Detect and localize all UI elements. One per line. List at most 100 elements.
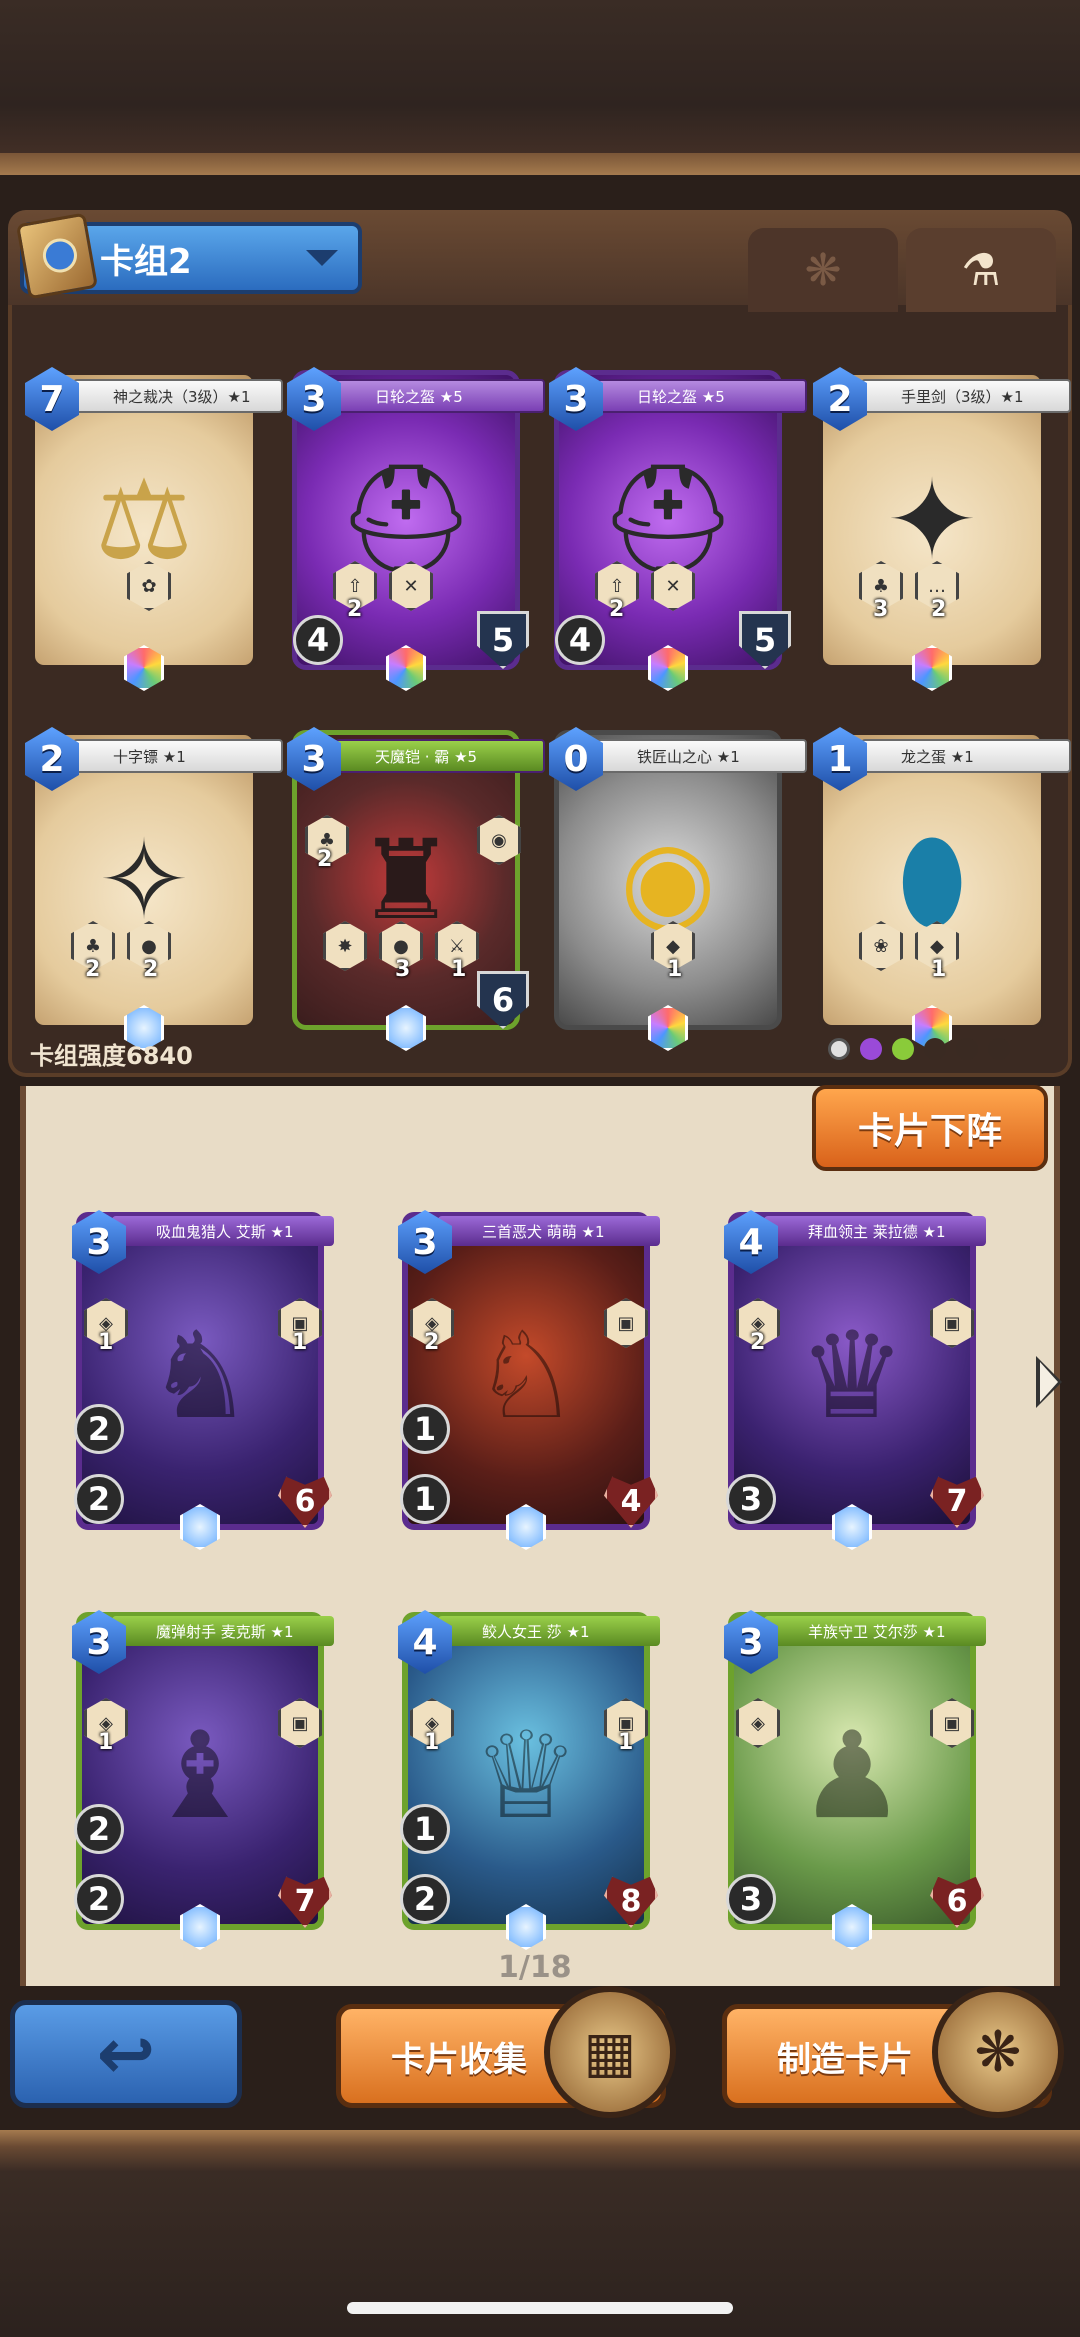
earth-element-icon[interactable] — [988, 1038, 1010, 1060]
card-cost: 7 — [25, 367, 79, 431]
chevron-down-icon[interactable] — [306, 250, 338, 266]
skill-value: 2 — [609, 597, 625, 622]
fruit-icon: ❀ — [859, 921, 903, 971]
potion-icon: ⚗ — [961, 244, 1001, 296]
card-dice-stat: 4 — [555, 615, 605, 665]
card-defense: 1 — [400, 1474, 450, 1524]
deck-card[interactable]: 天魔铠 · 霸 ★5 3 ♜ ♣ 2 ◉ ✸ ● 3 ⚔ 1 6 — [287, 727, 545, 1051]
card-cost: 3 — [287, 727, 341, 791]
three-headed-dog-art: ♘ — [472, 1307, 580, 1447]
neutral-element-icon[interactable] — [828, 1038, 850, 1060]
skill-icon: ▣ — [604, 1298, 648, 1348]
card-name: 神之裁决（3级）★1 — [73, 379, 283, 413]
fire-element-icon[interactable] — [956, 1038, 978, 1060]
armor-icon: ♜ — [356, 816, 456, 944]
skill-value: 1 — [98, 1730, 114, 1755]
card-name: 鲛人女王 莎 ★1 — [438, 1616, 660, 1646]
card-pack-icon: ▦ — [544, 1986, 676, 2118]
card-name: 日轮之盔 ★5 — [335, 379, 545, 413]
skill-value: 1 — [292, 1330, 308, 1355]
collection-card[interactable]: 拜血领主 莱拉德 ★1 4 ♛ ◈ 2 ▣ 3 7 — [724, 1210, 986, 1550]
skill-value: 2 — [931, 597, 947, 622]
skill-value: 2 — [347, 597, 363, 622]
eye-icon: ◉ — [477, 815, 521, 865]
unload-card-button[interactable]: 卡片下阵 — [812, 1085, 1048, 1171]
skill-value: 2 — [750, 1330, 766, 1355]
egg-icon: ⬮ — [897, 816, 967, 944]
tab-potions[interactable]: ⚗ — [906, 228, 1056, 312]
skill-value: 3 — [873, 597, 889, 622]
card-name: 日轮之盔 ★5 — [597, 379, 807, 413]
back-button[interactable]: ↩ — [10, 2000, 242, 2108]
card-defense: 2 — [400, 1874, 450, 1924]
skill-value: 1 — [667, 957, 683, 982]
deck-card[interactable]: 十字镖 ★1 2 ✧ ♣ 2 ● 2 — [25, 727, 283, 1051]
card-name: 羊族守卫 艾尔莎 ★1 — [764, 1616, 986, 1646]
skill-value: 2 — [85, 957, 101, 982]
tab-pets[interactable]: ❋ — [748, 228, 898, 312]
card-name: 龙之蛋 ★1 — [861, 739, 1071, 773]
skill-icon: ▣ — [930, 1698, 974, 1748]
helmet-icon: ⛑ — [598, 456, 738, 584]
skill-icon: ▣ — [930, 1298, 974, 1348]
element-filter — [828, 1038, 1010, 1060]
card-name: 天魔铠 · 霸 ★5 — [335, 739, 545, 773]
card-name: 吸血鬼猎人 艾斯 ★1 — [112, 1216, 334, 1246]
goat-guardian-art: ♟ — [798, 1707, 906, 1847]
card-defense: 2 — [74, 1474, 124, 1524]
vampire-hunter-art: ♞ — [146, 1307, 254, 1447]
deck-card[interactable]: 神之裁决（3级）★1 7 ⚖ ✿ — [25, 367, 283, 691]
deck-book-icon — [15, 212, 99, 300]
card-name: 魔弹射手 麦克斯 ★1 — [112, 1616, 334, 1646]
page-indicator: 1/18 — [498, 1950, 572, 1985]
card-name: 铁匠山之心 ★1 — [597, 739, 807, 773]
back-arrow-icon: ↩ — [96, 2013, 156, 2095]
skill-icon: ▣ — [278, 1698, 322, 1748]
collection-card[interactable]: 羊族守卫 艾尔莎 ★1 3 ♟ ◈ ▣ 3 6 — [724, 1610, 986, 1950]
card-defense: 2 — [74, 1874, 124, 1924]
deck-card[interactable]: 日轮之盔 ★5 3 ⛑ ⇧ 2 ✕ 4 5 — [549, 367, 807, 691]
deck-card[interactable]: 手里剑（3级）★1 2 ✦ ♣ 3 … 2 — [813, 367, 1071, 691]
collection-card[interactable]: 吸血鬼猎人 艾斯 ★1 3 ♞ ◈ 1 ▣ 1 2 2 6 — [72, 1210, 334, 1550]
next-page-arrow[interactable] — [1036, 1356, 1062, 1408]
card-attack: 1 — [400, 1404, 450, 1454]
card-attack: 2 — [74, 1404, 124, 1454]
card-cost: 1 — [813, 727, 867, 791]
blood-lord-art: ♛ — [798, 1307, 906, 1447]
deck-card[interactable]: 龙之蛋 ★1 1 ⬮ ❀ ◆ 1 — [813, 727, 1071, 1051]
card-attack: 2 — [74, 1804, 124, 1854]
card-dice-stat: 4 — [293, 615, 343, 665]
top-wood-frame — [0, 0, 1080, 175]
card-name: 手里剑（3级）★1 — [861, 379, 1071, 413]
beast-element-icon[interactable] — [924, 1038, 946, 1060]
home-indicator[interactable] — [347, 2302, 733, 2314]
deck-strength: 卡组强度6840 — [30, 1042, 193, 1070]
card-collection-label: 卡片收集 — [391, 2039, 527, 2080]
skill-value: 3 — [395, 957, 411, 982]
card-cost: 2 — [813, 367, 867, 431]
gunslinger-art: ♝ — [146, 1707, 254, 1847]
skill-value: 1 — [618, 1730, 634, 1755]
deck-card[interactable]: 日轮之盔 ★5 3 ⛑ ⇧ 2 ✕ 4 5 — [287, 367, 545, 691]
deck-card[interactable]: 铁匠山之心 ★1 0 ◉ ◆ 1 — [549, 727, 807, 1051]
collection-card[interactable]: 魔弹射手 麦克斯 ★1 3 ♝ ◈ 1 ▣ 2 2 7 — [72, 1610, 334, 1950]
collection-card[interactable]: 三首恶犬 萌萌 ★1 3 ♘ ◈ 2 ▣ 1 1 4 — [398, 1210, 660, 1550]
dark-element-icon[interactable] — [860, 1038, 882, 1060]
skill-value: 2 — [143, 957, 159, 982]
card-name: 拜血领主 莱拉德 ★1 — [764, 1216, 986, 1246]
card-name: 十字镖 ★1 — [73, 739, 283, 773]
helmet-icon: ⛑ — [336, 456, 476, 584]
card-name: 三首恶犬 萌萌 ★1 — [438, 1216, 660, 1246]
skill-value: 2 — [424, 1330, 440, 1355]
card-cost: 0 — [549, 727, 603, 791]
gold-medal-icon: ◉ — [620, 816, 716, 944]
collection-card[interactable]: 鲛人女王 莎 ★1 4 ♕ ◈ 1 ▣ 1 1 2 8 — [398, 1610, 660, 1950]
nature-element-icon[interactable] — [892, 1038, 914, 1060]
paw-jar-icon: ❋ — [932, 1986, 1064, 2118]
mermaid-queen-art: ♕ — [472, 1707, 580, 1847]
card-defense: 3 — [726, 1874, 776, 1924]
paw-icon: ❋ — [804, 244, 842, 296]
craft-card-label: 制造卡片 — [777, 2039, 913, 2080]
skill-value: 2 — [317, 847, 333, 872]
skill-value: 1 — [451, 957, 467, 982]
